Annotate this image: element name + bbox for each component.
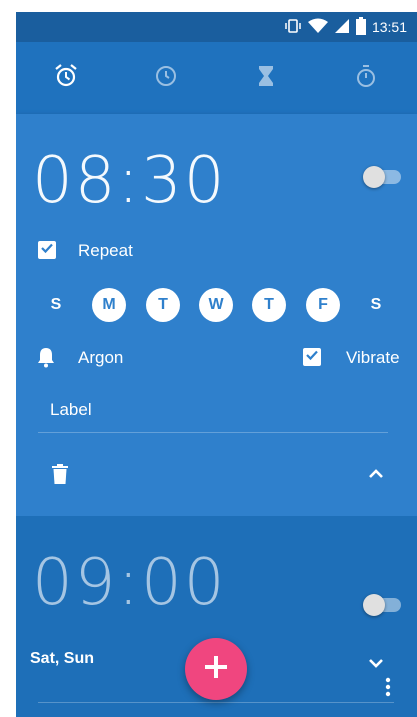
day-thursday[interactable]: T (252, 288, 286, 322)
add-alarm-button[interactable] (185, 638, 247, 700)
expand-chevron-icon[interactable] (366, 656, 386, 670)
tab-bar (16, 42, 417, 114)
vibrate-checkbox[interactable] (303, 348, 321, 366)
day-letter: S (370, 296, 382, 313)
plus-icon (202, 653, 230, 686)
alarm-time[interactable]: 08:30 (32, 144, 226, 218)
signal-icon (334, 18, 350, 37)
clock-icon (153, 63, 179, 94)
repeat-checkbox[interactable] (38, 241, 56, 259)
toggle-knob (363, 594, 385, 616)
check-icon (304, 347, 320, 368)
day-wednesday[interactable]: W (199, 288, 233, 322)
alarm-toggle[interactable] (363, 166, 401, 188)
card-divider (38, 702, 394, 703)
day-monday[interactable]: M (92, 288, 126, 322)
day-friday[interactable]: F (306, 288, 340, 322)
day-letter: T (264, 296, 274, 313)
day-letter: T (158, 296, 168, 313)
tab-stopwatch[interactable] (352, 64, 380, 92)
stopwatch-icon (353, 63, 379, 94)
alarm-days-summary: Sat, Sun (30, 650, 95, 667)
repeat-label: Repeat (78, 241, 133, 260)
alarm-card-expanded: 08:30 Repeat S M T W T F S Argon Vibrate (16, 114, 417, 516)
trash-icon[interactable] (52, 464, 68, 484)
day-letter: M (102, 296, 116, 313)
tab-clock[interactable] (152, 64, 180, 92)
status-bar: 13:51 (16, 12, 417, 42)
wifi-icon (307, 18, 328, 37)
alarm-toggle[interactable] (363, 594, 401, 616)
tab-alarm[interactable] (52, 63, 80, 94)
alarm-screen: 13:51 08:30 Repeat S M T W T F S Argon V… (16, 12, 417, 717)
day-saturday[interactable]: S (359, 288, 393, 322)
hourglass-icon (253, 63, 279, 94)
status-time: 13:51 (371, 19, 407, 35)
ringtone-name[interactable]: Argon (78, 348, 123, 368)
toggle-knob (363, 166, 385, 188)
day-letter: S (50, 296, 62, 313)
vibrate-label: Vibrate (346, 348, 400, 367)
battery-icon (355, 16, 366, 38)
vibrate-icon (284, 18, 302, 37)
bell-icon[interactable] (36, 346, 56, 368)
check-icon (39, 240, 55, 261)
collapse-chevron-icon[interactable] (366, 466, 386, 480)
tab-timer[interactable] (252, 64, 280, 92)
alarm-time[interactable]: 09:00 (32, 546, 226, 620)
day-letter: F (318, 296, 328, 313)
day-sunday[interactable]: S (39, 288, 73, 322)
label-field[interactable]: Label (50, 400, 92, 420)
overflow-menu-icon[interactable] (384, 676, 392, 698)
label-underline (38, 432, 388, 433)
alarm-clock-icon (53, 63, 79, 94)
day-letter: W (208, 296, 224, 313)
day-tuesday[interactable]: T (146, 288, 180, 322)
